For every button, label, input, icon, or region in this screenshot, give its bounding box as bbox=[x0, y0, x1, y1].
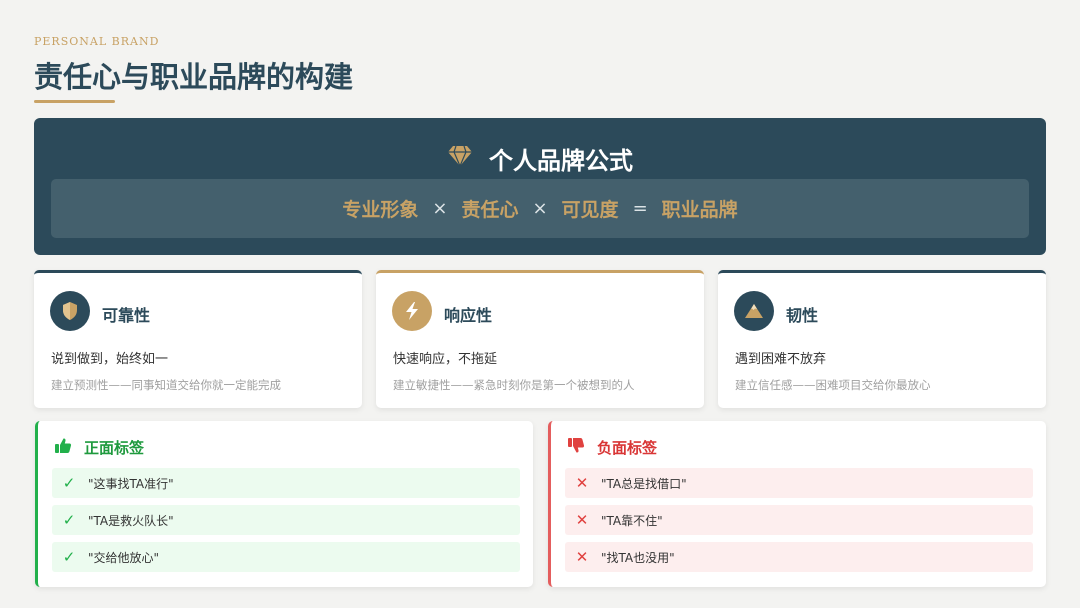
eyebrow-label: PERSONAL BRAND bbox=[34, 35, 160, 48]
formula-equation: 专业形象 × 责任心 × 可见度 = 职业品牌 bbox=[51, 179, 1029, 238]
diamond-icon bbox=[447, 145, 473, 171]
tag-text: "交给他放心" bbox=[88, 550, 160, 565]
negative-tag-item: ✕ "TA总是找借口" bbox=[565, 468, 1033, 498]
negative-tags-panel: 负面标签 ✕ "TA总是找借口" ✕ "TA靠不住" ✕ "找TA也没用" bbox=[548, 421, 1046, 587]
positive-tags-list: ✓ "这事找TA准行" ✓ "TA是救火队长" ✓ "交给他放心" bbox=[52, 468, 520, 579]
formula-title: 个人品牌公式 bbox=[489, 145, 633, 175]
tag-text: "找TA也没用" bbox=[601, 550, 675, 565]
trait-desc: 建立敏捷性——紧急时刻你是第一个被想到的人 bbox=[393, 378, 635, 392]
formula-term-responsibility: 责任心 bbox=[461, 199, 519, 221]
trait-name: 可靠性 bbox=[102, 306, 151, 325]
tag-text: "这事找TA准行" bbox=[88, 476, 174, 491]
trait-lead: 快速响应，不拖延 bbox=[393, 352, 498, 367]
negative-tags-header: 负面标签 bbox=[567, 436, 657, 458]
trait-desc: 建立信任感——困难项目交给你最放心 bbox=[735, 378, 931, 392]
trait-desc: 建立预测性——同事知道交给你就一定能完成 bbox=[51, 378, 281, 392]
trait-name: 响应性 bbox=[444, 306, 493, 325]
formula-operator: × bbox=[532, 198, 548, 219]
page-title: 责任心与职业品牌的构建 bbox=[34, 60, 354, 94]
mountain-icon bbox=[734, 291, 774, 331]
check-icon: ✓ bbox=[62, 548, 76, 566]
formula-panel: 个人品牌公式 专业形象 × 责任心 × 可见度 = 职业品牌 bbox=[34, 118, 1046, 255]
positive-tag-item: ✓ "这事找TA准行" bbox=[52, 468, 520, 498]
negative-tag-item: ✕ "TA靠不住" bbox=[565, 505, 1033, 535]
thumbs-up-icon bbox=[54, 437, 72, 458]
negative-tags-list: ✕ "TA总是找借口" ✕ "TA靠不住" ✕ "找TA也没用" bbox=[565, 468, 1033, 579]
title-underline bbox=[34, 100, 115, 103]
formula-term-professional-image: 专业形象 bbox=[342, 199, 419, 221]
positive-tags-panel: 正面标签 ✓ "这事找TA准行" ✓ "TA是救火队长" ✓ "交给他放心" bbox=[35, 421, 533, 587]
positive-tags-header: 正面标签 bbox=[54, 436, 144, 458]
formula-term-visibility: 可见度 bbox=[561, 199, 619, 221]
shield-icon bbox=[50, 291, 90, 331]
cross-icon: ✕ bbox=[575, 548, 589, 566]
tag-text: "TA靠不住" bbox=[601, 513, 663, 528]
check-icon: ✓ bbox=[62, 511, 76, 529]
positive-tags-title: 正面标签 bbox=[84, 438, 145, 457]
tag-text: "TA总是找借口" bbox=[601, 476, 687, 491]
positive-tag-item: ✓ "交给他放心" bbox=[52, 542, 520, 572]
cross-icon: ✕ bbox=[575, 474, 589, 492]
negative-tags-title: 负面标签 bbox=[597, 438, 658, 457]
trait-name: 韧性 bbox=[786, 306, 819, 325]
trait-card-reliability: 可靠性 说到做到，始终如一 建立预测性——同事知道交给你就一定能完成 bbox=[34, 270, 362, 408]
lightning-icon bbox=[392, 291, 432, 331]
tag-text: "TA是救火队长" bbox=[88, 513, 174, 528]
positive-tag-item: ✓ "TA是救火队长" bbox=[52, 505, 520, 535]
formula-term-career-brand: 职业品牌 bbox=[661, 199, 738, 221]
check-icon: ✓ bbox=[62, 474, 76, 492]
trait-card-resilience: 韧性 遇到困难不放弃 建立信任感——困难项目交给你最放心 bbox=[718, 270, 1046, 408]
cross-icon: ✕ bbox=[575, 511, 589, 529]
formula-operator: = bbox=[632, 198, 648, 219]
formula-operator: × bbox=[432, 198, 448, 219]
negative-tag-item: ✕ "找TA也没用" bbox=[565, 542, 1033, 572]
thumbs-down-icon bbox=[567, 437, 585, 458]
trait-lead: 遇到困难不放弃 bbox=[735, 352, 827, 367]
trait-lead: 说到做到，始终如一 bbox=[51, 352, 169, 367]
formula-header: 个人品牌公式 bbox=[34, 140, 1046, 176]
trait-card-responsiveness: 响应性 快速响应，不拖延 建立敏捷性——紧急时刻你是第一个被想到的人 bbox=[376, 270, 704, 408]
